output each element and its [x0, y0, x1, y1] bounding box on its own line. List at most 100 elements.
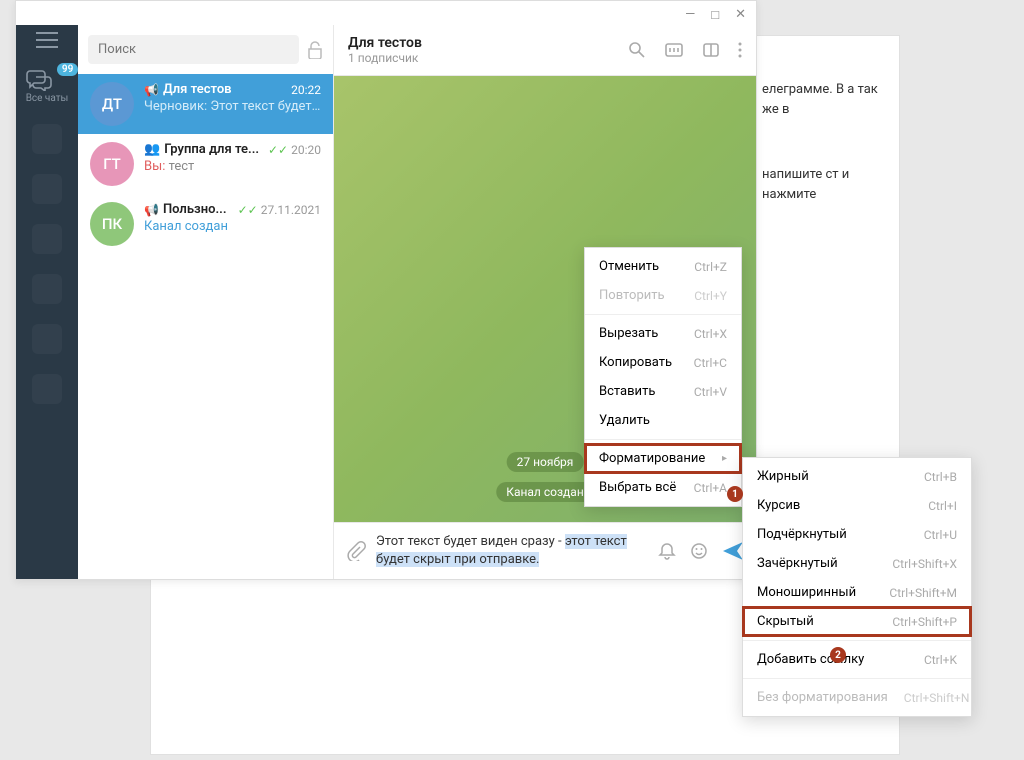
chat-item[interactable]: ГТ 👥 Группа для те... ✓✓ 20:20 Вы:	[78, 134, 333, 194]
menu-shortcut: Ctrl+K	[924, 653, 957, 667]
menu-shortcut: Ctrl+U	[924, 528, 957, 542]
context-menu: Отменить Ctrl+Z ПовторитьCtrl+Y Вырезать Ctr…	[584, 247, 742, 507]
menu-item-label: Зачёркнутый	[757, 556, 838, 571]
menu-item[interactable]: Удалить	[585, 406, 741, 435]
menu-item[interactable]: ВставитьCtrl+V	[585, 377, 741, 406]
chat-preview: Вы: тест	[144, 159, 321, 174]
menu-item[interactable]: Выбрать всёCtrl+A	[585, 473, 741, 502]
chat-header[interactable]: Для тестов 1 подписчик	[334, 25, 756, 76]
avatar: ДТ	[90, 82, 134, 126]
menu-item[interactable]: СкрытыйCtrl+Shift+P	[743, 607, 971, 636]
leftbar-placeholder	[32, 274, 62, 304]
menu-item[interactable]: Жирный Ctrl+B	[743, 462, 971, 491]
menu-item-label: Форматирование	[599, 451, 705, 466]
maximize-button[interactable]: □	[707, 5, 723, 25]
leftbar-placeholder	[32, 124, 62, 154]
megaphone-icon: 📢	[144, 203, 159, 217]
menu-separator	[585, 314, 741, 315]
menu-shortcut: Ctrl+V	[694, 385, 727, 399]
notifications-icon[interactable]	[658, 542, 676, 560]
read-checks-icon: ✓✓	[238, 203, 258, 217]
menu-item-label: Курсив	[757, 498, 800, 513]
menu-item-label: Скрытый	[757, 614, 814, 629]
avatar: ПК	[90, 202, 134, 246]
leftbar-placeholder	[32, 174, 62, 204]
group-icon: 👥	[144, 142, 160, 157]
emoji-icon[interactable]	[690, 542, 708, 560]
menu-item[interactable]: Курсив Ctrl+I	[743, 491, 971, 520]
menu-item[interactable]: Добавить ссылку Ctrl+K	[743, 645, 971, 674]
all-chats-label: Все чаты	[26, 93, 69, 104]
read-checks-icon: ✓✓	[268, 143, 288, 157]
system-message: Канал создан	[496, 482, 594, 502]
send-button[interactable]	[722, 541, 744, 561]
chat-name: 📢 Для тестов	[144, 82, 232, 97]
stream-icon[interactable]	[664, 41, 684, 59]
menu-item[interactable]: Моноширинный Ctrl+Shift+M	[743, 578, 971, 607]
annotation-marker-2: 2	[830, 647, 846, 663]
menu-shortcut: Ctrl+Shift+N	[904, 691, 970, 705]
chat-item[interactable]: ДТ 📢 Для тестов 20:22 Черновик: Этот тек…	[78, 74, 333, 134]
article-fragment-2: напишите ст и нажмите	[762, 165, 892, 204]
menu-item-label: Жирный	[757, 469, 809, 484]
annotation-marker-1: 1	[727, 486, 743, 502]
menu-separator	[743, 640, 971, 641]
menu-item-label: Без форматирования	[757, 690, 888, 705]
sidepanel-icon[interactable]	[702, 41, 720, 59]
search-icon[interactable]	[628, 41, 646, 59]
leftbar-placeholder	[32, 224, 62, 254]
date-badge: 27 ноября	[507, 452, 584, 472]
leftbar-placeholder	[32, 374, 62, 404]
menu-item[interactable]: Вырезать Ctrl+X	[585, 319, 741, 348]
menu-item-label: Отменить	[599, 259, 659, 274]
message-input[interactable]: Этот текст будет виден сразу - этот текс…	[376, 533, 648, 569]
chat-subtitle: 1 подписчик	[348, 51, 616, 65]
menu-shortcut: Ctrl+X	[694, 327, 727, 341]
menu-item[interactable]: Отменить Ctrl+Z	[585, 252, 741, 281]
avatar: ГТ	[90, 142, 134, 186]
menu-shortcut: Ctrl+Z	[694, 260, 727, 274]
menu-item[interactable]: Зачёркнутый Ctrl+Shift+X	[743, 549, 971, 578]
chat-item[interactable]: ПК 📢 Пользно... ✓✓ 27.11.2021 Канал с	[78, 194, 333, 254]
attach-icon[interactable]	[346, 541, 366, 561]
menu-shortcut: Ctrl+B	[924, 470, 957, 484]
leftbar-placeholder	[32, 324, 62, 354]
menu-item-label: Моноширинный	[757, 585, 856, 600]
format-submenu: Жирный Ctrl+B Курсив Ctrl+I Подчёркнутый Ctrl…	[742, 457, 972, 717]
window-controls: — □ ✕	[681, 5, 750, 25]
menu-item-label: Вырезать	[599, 326, 658, 341]
hamburger-icon	[36, 39, 58, 41]
chat-title: Для тестов	[348, 35, 616, 51]
chat-time: ✓✓ 27.11.2021	[238, 203, 321, 217]
menu-item-label: Подчёркнутый	[757, 527, 847, 542]
leftbar: 99 Все чаты	[16, 25, 78, 579]
menu-shortcut: Ctrl+C	[694, 356, 727, 370]
submenu-arrow-icon: ▸	[722, 453, 727, 464]
all-chats-tab[interactable]: 99 Все чаты	[26, 69, 69, 104]
chat-list: ДТ 📢 Для тестов 20:22 Черновик: Этот тек…	[78, 25, 334, 579]
menu-item[interactable]: КопироватьCtrl+C	[585, 348, 741, 377]
menu-shortcut: Ctrl+Shift+M	[889, 586, 957, 600]
chat-name: 👥 Группа для те...	[144, 142, 259, 157]
more-icon[interactable]	[738, 41, 742, 59]
close-button[interactable]: ✕	[731, 5, 750, 25]
search-input[interactable]	[88, 35, 299, 64]
menu-shortcut: Ctrl+A	[694, 481, 727, 495]
menu-item[interactable]: Подчёркнутый Ctrl+U	[743, 520, 971, 549]
menu-item-label: Повторить	[599, 288, 665, 303]
menu-item[interactable]: Форматирование ▸	[585, 444, 741, 473]
message-input-area: Этот текст будет виден сразу - этот текс…	[334, 522, 756, 579]
minimize-button[interactable]: —	[681, 5, 699, 25]
menu-shortcut: Ctrl+I	[928, 499, 957, 513]
chat-preview: Канал создан	[144, 219, 321, 234]
unread-badge: 99	[57, 63, 78, 76]
menu-item-label: Удалить	[599, 413, 650, 428]
menu-item: ПовторитьCtrl+Y	[585, 281, 741, 310]
lock-icon[interactable]	[307, 41, 323, 59]
chat-list-header	[78, 25, 333, 74]
menu-item-label: Добавить ссылку	[757, 652, 864, 667]
megaphone-icon: 📢	[144, 83, 159, 97]
menu-shortcut: Ctrl+Shift+X	[892, 557, 957, 571]
menu-button[interactable]	[36, 39, 58, 41]
chat-time: ✓✓ 20:20	[268, 143, 321, 157]
